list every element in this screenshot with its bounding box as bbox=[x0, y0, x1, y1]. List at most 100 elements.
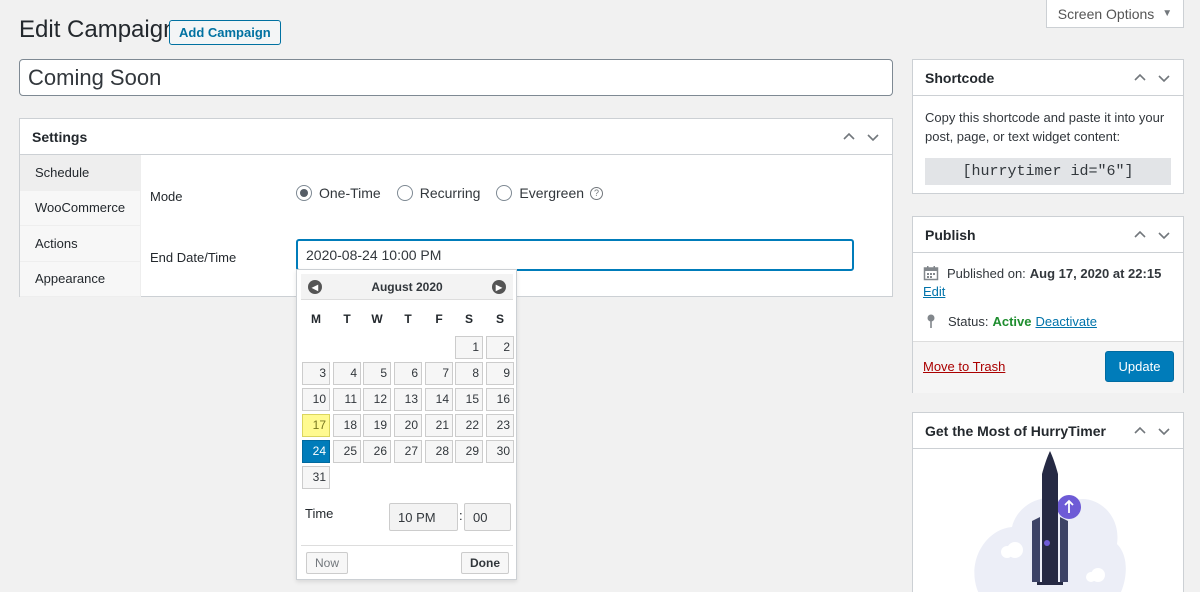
publish-header: Publish bbox=[913, 217, 1183, 253]
mode-one-time-label: One-Time bbox=[319, 185, 381, 201]
calendar-day[interactable]: 10 bbox=[302, 388, 330, 411]
publish-actions: Move to Trash Update bbox=[913, 341, 1183, 393]
calendar-day[interactable]: 24 bbox=[302, 440, 330, 463]
calendar-day[interactable]: 18 bbox=[333, 414, 361, 437]
tab-actions[interactable]: Actions bbox=[20, 226, 140, 262]
datepicker-divider bbox=[301, 545, 513, 546]
mode-recurring[interactable]: Recurring bbox=[396, 185, 481, 201]
done-button[interactable]: Done bbox=[461, 552, 509, 574]
calendar-day[interactable]: 27 bbox=[394, 440, 422, 463]
datepicker-header: August 2020 ◀ ▶ bbox=[301, 274, 513, 300]
chevron-up-icon[interactable] bbox=[1133, 424, 1147, 438]
promo-title: Get the Most of HurryTimer bbox=[925, 422, 1106, 439]
publish-title: Publish bbox=[925, 226, 976, 243]
chevron-up-icon[interactable] bbox=[1133, 71, 1147, 85]
weekday-header: S bbox=[495, 312, 504, 326]
campaign-title-input[interactable]: Coming Soon bbox=[19, 59, 893, 96]
status-label: Status: bbox=[948, 313, 989, 329]
prev-month-icon[interactable]: ◀ bbox=[308, 280, 322, 294]
settings-title: Settings bbox=[32, 128, 88, 145]
shortcode-header: Shortcode bbox=[913, 60, 1183, 96]
now-button[interactable]: Now bbox=[306, 552, 348, 574]
calendar-day[interactable]: 31 bbox=[302, 466, 330, 489]
chevron-up-icon[interactable] bbox=[842, 130, 856, 144]
calendar-day[interactable]: 28 bbox=[425, 440, 453, 463]
calendar-day[interactable]: 25 bbox=[333, 440, 361, 463]
chevron-up-icon[interactable] bbox=[1133, 228, 1147, 242]
calendar-day[interactable]: 8 bbox=[455, 362, 483, 385]
weekday-header: W bbox=[371, 312, 383, 326]
caret-down-icon: ▼ bbox=[1162, 8, 1173, 19]
help-icon[interactable]: ? bbox=[590, 186, 604, 200]
calendar-day[interactable]: 5 bbox=[363, 362, 391, 385]
next-month-icon[interactable]: ▶ bbox=[492, 280, 506, 294]
edit-date-row: Edit bbox=[923, 284, 945, 299]
minute-select[interactable]: 00 bbox=[464, 503, 511, 531]
publish-box: Publish Published on: Aug 17, 2020 at 22… bbox=[912, 216, 1184, 393]
tab-appearance[interactable]: Appearance bbox=[20, 261, 140, 297]
calendar-day[interactable]: 1 bbox=[455, 336, 483, 359]
calendar-day[interactable]: 13 bbox=[394, 388, 422, 411]
mode-radio-group: One-Time Recurring Evergreen ? bbox=[296, 185, 604, 201]
calendar-day[interactable]: 17 bbox=[302, 414, 330, 437]
calendar-day[interactable]: 4 bbox=[333, 362, 361, 385]
screen-options-button[interactable]: Screen Options ▼ bbox=[1046, 0, 1184, 28]
chevron-down-icon[interactable] bbox=[1157, 424, 1171, 438]
calendar-day[interactable]: 2 bbox=[486, 336, 514, 359]
calendar-day[interactable]: 20 bbox=[394, 414, 422, 437]
move-to-trash-link[interactable]: Move to Trash bbox=[923, 359, 1005, 374]
chevron-down-icon[interactable] bbox=[1157, 71, 1171, 85]
mode-evergreen[interactable]: Evergreen bbox=[496, 185, 584, 201]
radio-evergreen[interactable] bbox=[496, 185, 513, 201]
calendar-day[interactable]: 19 bbox=[363, 414, 391, 437]
calendar-day[interactable]: 23 bbox=[486, 414, 514, 437]
calendar-day[interactable]: 26 bbox=[363, 440, 391, 463]
time-label: Time bbox=[305, 506, 334, 521]
rocket-illustration bbox=[974, 451, 1126, 592]
calendar-day[interactable]: 15 bbox=[455, 388, 483, 411]
calendar-day[interactable]: 9 bbox=[486, 362, 514, 385]
pin-icon bbox=[927, 314, 935, 328]
edit-date-link[interactable]: Edit bbox=[923, 284, 945, 299]
hour-select[interactable]: 10 PM bbox=[389, 503, 458, 531]
mode-one-time[interactable]: One-Time bbox=[296, 185, 381, 201]
settings-tabs: Schedule WooCommerce Actions Appearance bbox=[20, 155, 141, 297]
calendar-day[interactable]: 29 bbox=[455, 440, 483, 463]
calendar-day[interactable]: 21 bbox=[425, 414, 453, 437]
time-colon: : bbox=[459, 508, 463, 523]
published-date: Aug 17, 2020 at 22:15 bbox=[1029, 265, 1162, 281]
promo-box: Get the Most of HurryTimer bbox=[912, 412, 1184, 592]
shortcode-code[interactable]: [hurrytimer id="6"] bbox=[925, 158, 1171, 185]
chevron-down-icon[interactable] bbox=[1157, 228, 1171, 242]
mode-evergreen-label: Evergreen bbox=[519, 185, 585, 201]
update-button[interactable]: Update bbox=[1105, 351, 1174, 382]
calendar-day[interactable]: 6 bbox=[394, 362, 422, 385]
shortcode-box: Shortcode Copy this shortcode and paste … bbox=[912, 59, 1184, 194]
calendar-icon bbox=[923, 266, 939, 281]
calendar-day[interactable]: 22 bbox=[455, 414, 483, 437]
deactivate-link[interactable]: Deactivate bbox=[1036, 314, 1097, 329]
shortcode-title: Shortcode bbox=[925, 69, 995, 86]
calendar-day[interactable]: 3 bbox=[302, 362, 330, 385]
radio-recurring[interactable] bbox=[396, 185, 413, 201]
calendar-day[interactable]: 30 bbox=[486, 440, 514, 463]
end-datetime-label: End Date/Time bbox=[150, 250, 237, 265]
chevron-down-icon[interactable] bbox=[866, 130, 880, 144]
calendar-day[interactable]: 12 bbox=[363, 388, 391, 411]
calendar-day[interactable]: 11 bbox=[333, 388, 361, 411]
calendar-day[interactable]: 14 bbox=[425, 388, 453, 411]
calendar-day[interactable]: 7 bbox=[425, 362, 453, 385]
tab-schedule[interactable]: Schedule bbox=[20, 155, 140, 191]
radio-one-time[interactable] bbox=[296, 185, 312, 201]
end-datetime-input[interactable]: 2020-08-24 10:00 PM bbox=[296, 239, 854, 271]
add-campaign-button[interactable]: Add Campaign bbox=[169, 20, 281, 45]
screen-options-label: Screen Options bbox=[1057, 5, 1155, 22]
calendar-day[interactable]: 16 bbox=[486, 388, 514, 411]
published-on-row: Published on: Aug 17, 2020 at 22:15 bbox=[923, 265, 1161, 281]
tab-woocommerce[interactable]: WooCommerce bbox=[20, 190, 140, 226]
mode-recurring-label: Recurring bbox=[419, 185, 481, 201]
shortcode-description: Copy this shortcode and paste it into yo… bbox=[925, 110, 1165, 144]
page-title: Edit Campaign bbox=[19, 16, 177, 43]
datepicker: August 2020 ◀ ▶ Time 10 PM : 00 Now Done… bbox=[296, 269, 517, 580]
datepicker-month: August 2020 bbox=[371, 279, 443, 294]
